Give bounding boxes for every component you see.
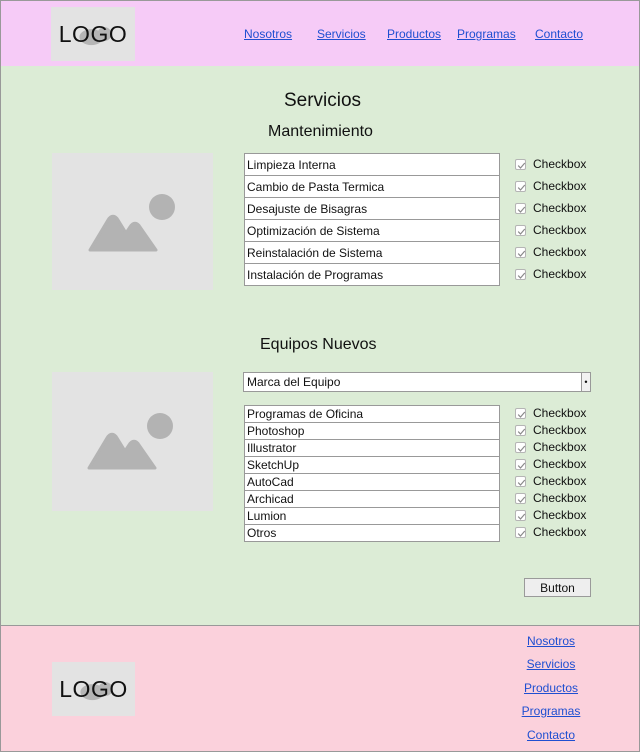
checkbox-box[interactable] — [515, 246, 526, 258]
check-icon — [517, 272, 526, 279]
footer-link-contacto[interactable]: Contacto — [467, 728, 635, 742]
list-item[interactable]: Photoshop — [244, 422, 500, 440]
header: LOGO Nosotros Servicios Productos Progra… — [0, 0, 640, 67]
checkbox[interactable]: Checkbox — [515, 508, 586, 522]
checkbox[interactable]: Checkbox — [515, 179, 586, 193]
main-content: Servicios Mantenimiento Limpieza Interna… — [0, 66, 640, 626]
footer-logo[interactable]: LOGO — [52, 662, 135, 716]
image-placeholder-icon — [87, 413, 173, 470]
list-item[interactable]: Cambio de Pasta Termica — [244, 175, 500, 198]
checkbox-box[interactable] — [515, 158, 526, 170]
checkbox-label: Checkbox — [533, 457, 587, 471]
checkbox[interactable]: Checkbox — [515, 491, 586, 505]
list-item[interactable]: Otros — [244, 524, 500, 542]
checkbox-box[interactable] — [515, 407, 526, 419]
check-icon — [517, 513, 526, 520]
checkbox-box[interactable] — [515, 224, 526, 236]
check-icon — [517, 462, 526, 469]
footer-link-servicios[interactable]: Servicios — [467, 657, 635, 671]
list-item[interactable]: Lumion — [244, 507, 500, 525]
check-icon — [517, 206, 526, 213]
list-item[interactable]: Optimización de Sistema — [244, 219, 500, 242]
check-icon — [517, 184, 526, 191]
footer-link-productos[interactable]: Productos — [467, 681, 635, 695]
checkbox-box[interactable] — [515, 424, 526, 436]
nav-link-servicios[interactable]: Servicios — [317, 27, 366, 41]
checkbox-box[interactable] — [515, 268, 526, 280]
checkbox[interactable]: Checkbox — [515, 525, 586, 539]
checkbox[interactable]: Checkbox — [515, 457, 586, 471]
nav-link-contacto[interactable]: Contacto — [535, 27, 583, 41]
check-icon — [517, 445, 526, 452]
page-title: Servicios — [283, 90, 362, 111]
checkbox-box[interactable] — [515, 492, 526, 504]
nav-link-productos[interactable]: Productos — [387, 27, 441, 41]
checkbox-label: Checkbox — [533, 406, 587, 420]
checkbox[interactable]: Checkbox — [515, 406, 586, 420]
list-item[interactable]: Reinstalación de Sistema — [244, 241, 500, 264]
checkbox[interactable]: Checkbox — [515, 423, 586, 437]
check-icon — [517, 162, 526, 169]
checkbox-label: Checkbox — [533, 157, 587, 171]
check-icon — [517, 496, 526, 503]
checkbox-label: Checkbox — [533, 491, 587, 505]
checkbox-label: Checkbox — [533, 508, 587, 522]
footer-link-nosotros[interactable]: Nosotros — [467, 634, 635, 648]
header-logo[interactable]: LOGO — [51, 7, 135, 61]
submit-button[interactable]: Button — [524, 578, 591, 597]
list-item[interactable]: Desajuste de Bisagras — [244, 197, 500, 220]
checkbox-label: Checkbox — [533, 267, 587, 281]
list-item[interactable]: Illustrator — [244, 439, 500, 457]
list-item[interactable]: Archicad — [244, 490, 500, 508]
checkbox-box[interactable] — [515, 509, 526, 521]
check-icon — [517, 250, 526, 257]
image-placeholder-equipos — [52, 372, 213, 511]
footer-link-programas[interactable]: Programas — [467, 704, 635, 718]
nav-link-programas[interactable]: Programas — [457, 27, 516, 41]
checkbox-label: Checkbox — [533, 223, 587, 237]
header-logo-text: LOGO — [58, 20, 128, 47]
section-title-mantenimiento: Mantenimiento — [268, 123, 373, 140]
checkbox-box[interactable] — [515, 526, 526, 538]
list-item[interactable]: Limpieza Interna — [244, 153, 500, 176]
checkbox-label: Checkbox — [533, 179, 587, 193]
checkbox[interactable]: Checkbox — [515, 245, 586, 259]
checkbox[interactable]: Checkbox — [515, 223, 586, 237]
list-item[interactable]: AutoCad — [244, 473, 500, 491]
list-item[interactable]: Instalación de Programas — [244, 263, 500, 286]
checkbox[interactable]: Checkbox — [515, 267, 586, 281]
footer-logo-text: LOGO — [59, 675, 128, 702]
check-icon — [517, 228, 526, 235]
checkbox-box[interactable] — [515, 202, 526, 214]
checkbox[interactable]: Checkbox — [515, 201, 586, 215]
checkbox-box[interactable] — [515, 441, 526, 453]
list-item[interactable]: SketchUp — [244, 456, 500, 474]
checkbox[interactable]: Checkbox — [515, 157, 586, 171]
check-icon — [517, 428, 526, 435]
check-icon — [517, 479, 526, 486]
checkbox-label: Checkbox — [533, 201, 587, 215]
checkbox[interactable]: Checkbox — [515, 474, 586, 488]
checkbox-box[interactable] — [515, 180, 526, 192]
footer: LOGO Nosotros Servicios Productos Progra… — [0, 625, 640, 752]
checkbox-box[interactable] — [515, 475, 526, 487]
checkbox[interactable]: Checkbox — [515, 440, 586, 454]
checkbox-label: Checkbox — [533, 440, 587, 454]
checkbox-label: Checkbox — [533, 525, 587, 539]
checkbox-box[interactable] — [515, 458, 526, 470]
check-icon — [517, 530, 526, 537]
chevron-down-icon[interactable]: • — [581, 373, 590, 391]
list-item[interactable]: Programas de Oficina — [244, 405, 500, 423]
checkbox-label: Checkbox — [533, 423, 587, 437]
image-placeholder-mantenimiento — [52, 153, 213, 290]
image-placeholder-icon — [88, 194, 175, 252]
section-title-equipos-nuevos: Equipos Nuevos — [260, 336, 377, 353]
nav-link-nosotros[interactable]: Nosotros — [244, 27, 292, 41]
checkbox-label: Checkbox — [533, 245, 587, 259]
marca-equipo-select-value: Marca del Equipo — [247, 375, 341, 389]
check-icon — [517, 411, 526, 418]
checkbox-label: Checkbox — [533, 474, 587, 488]
marca-equipo-select[interactable]: Marca del Equipo • — [243, 372, 591, 392]
